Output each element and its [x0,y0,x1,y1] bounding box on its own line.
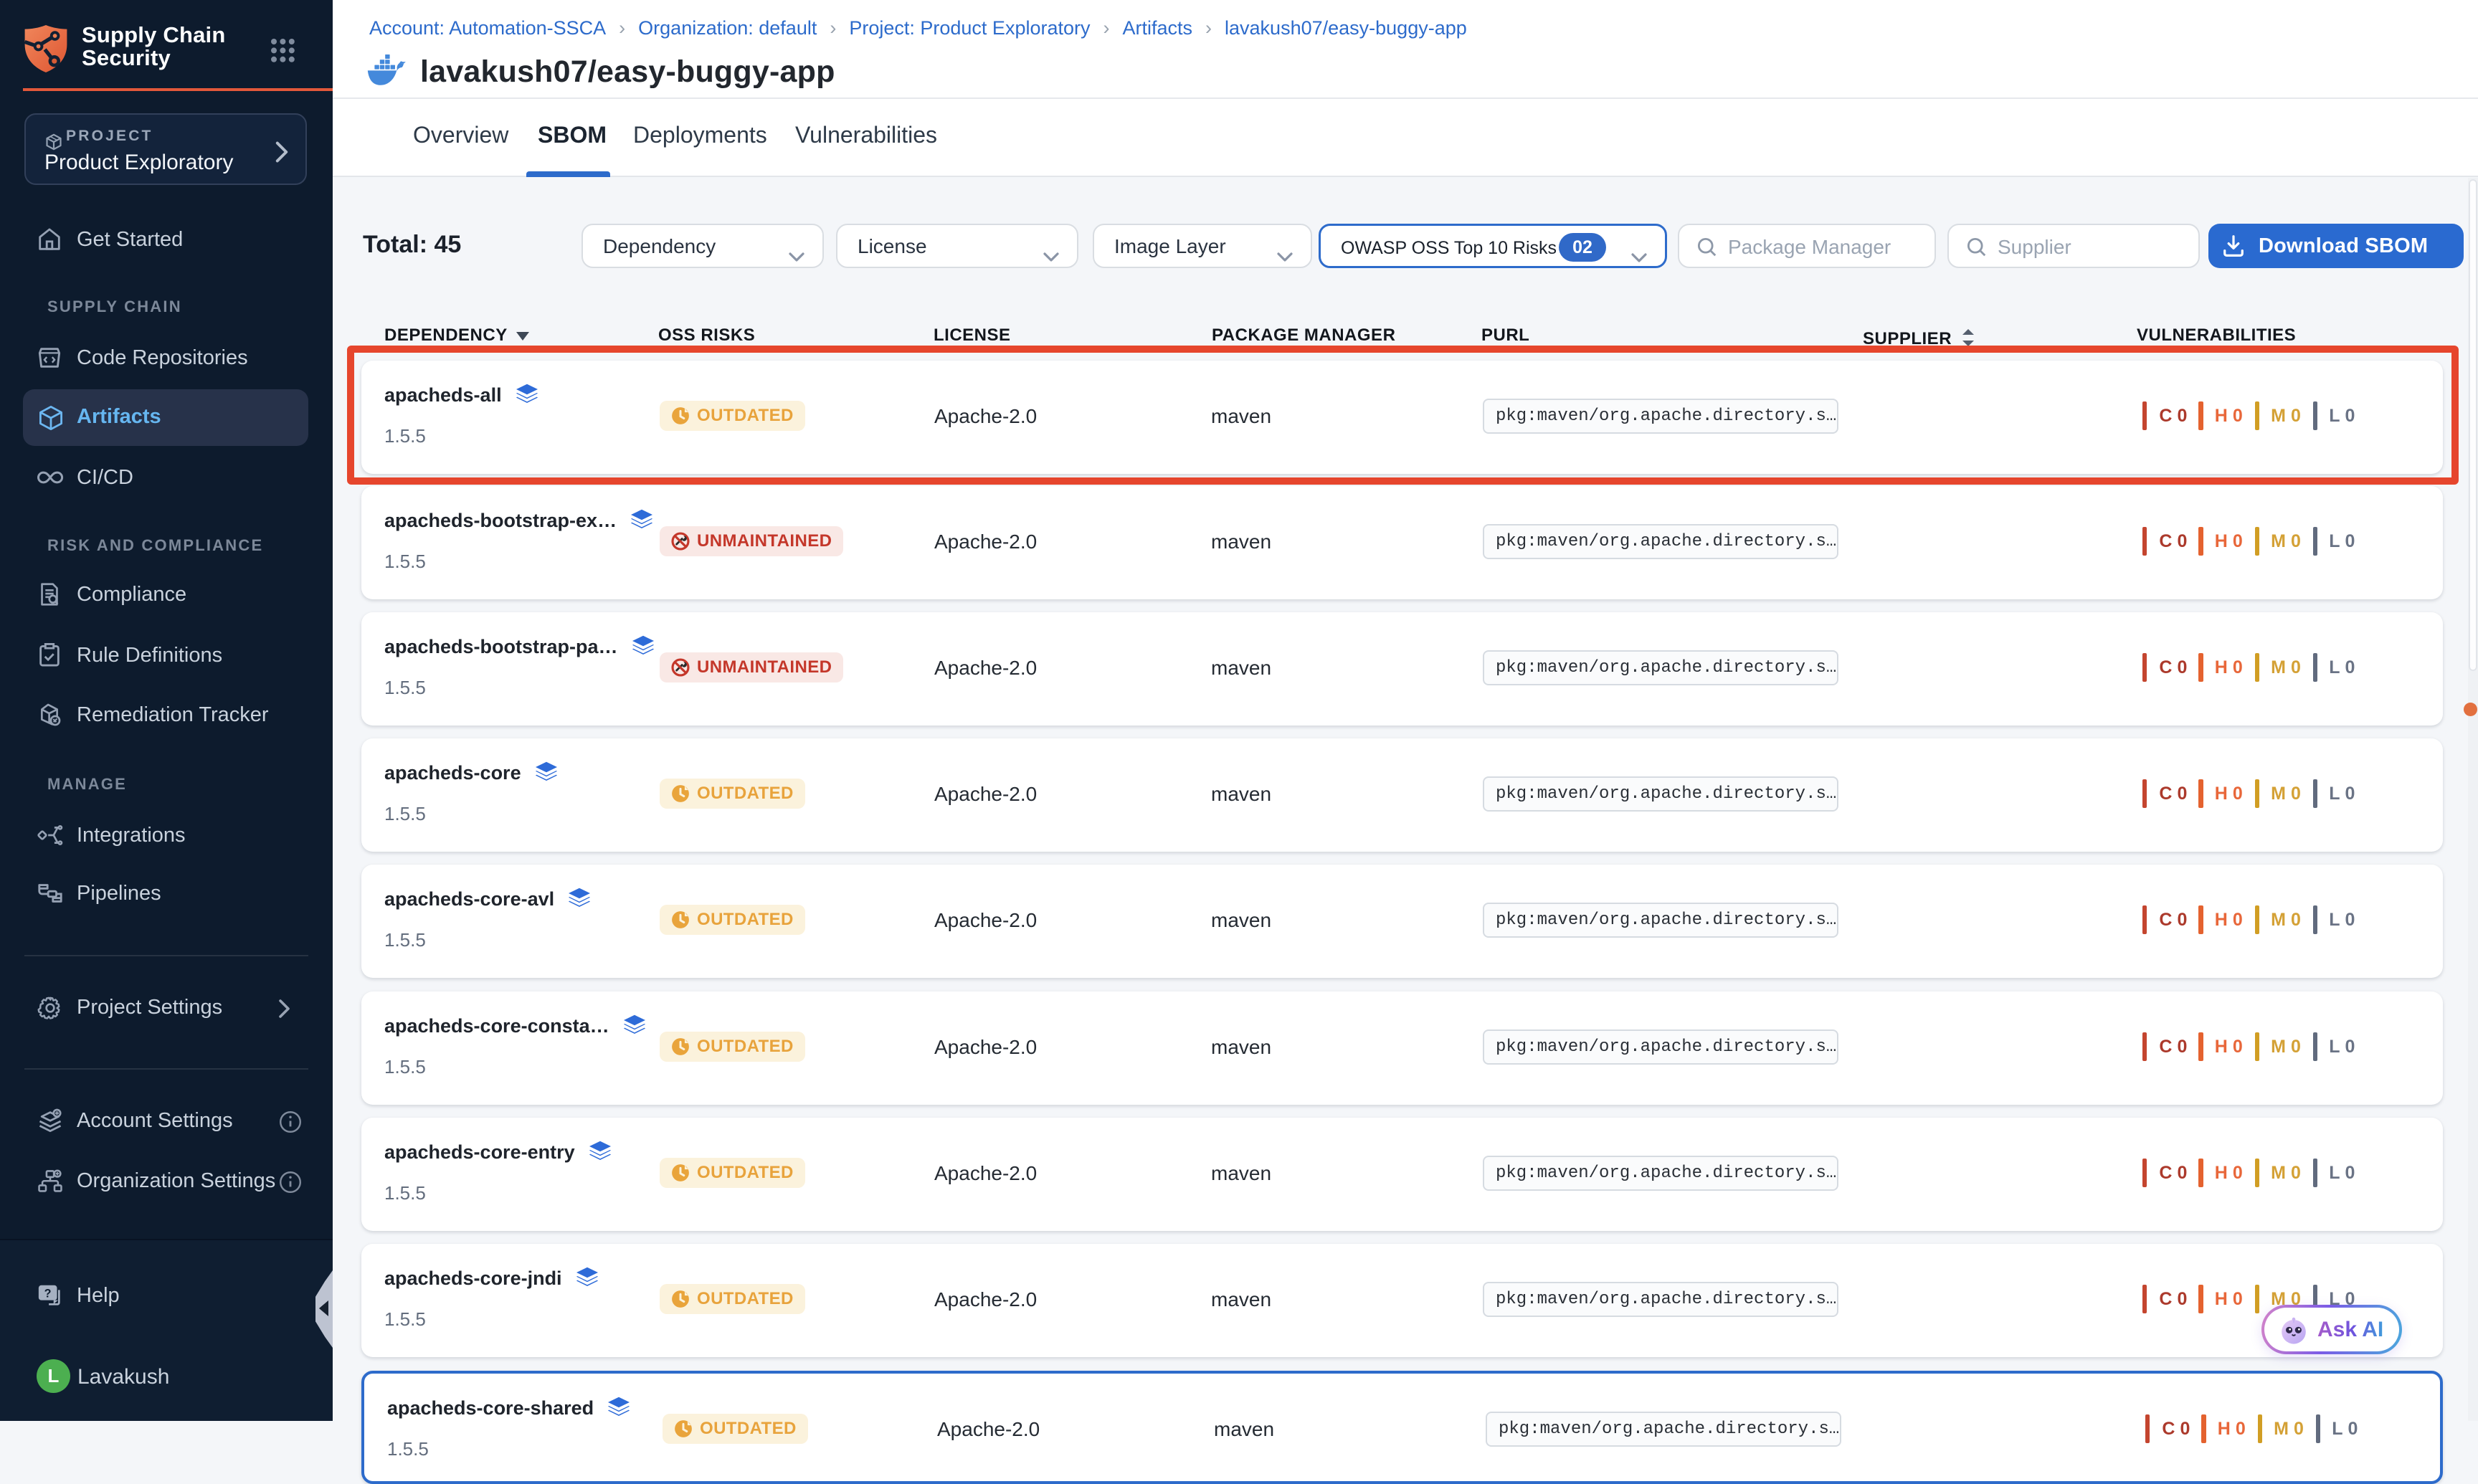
svg-text:?: ? [44,1288,52,1300]
